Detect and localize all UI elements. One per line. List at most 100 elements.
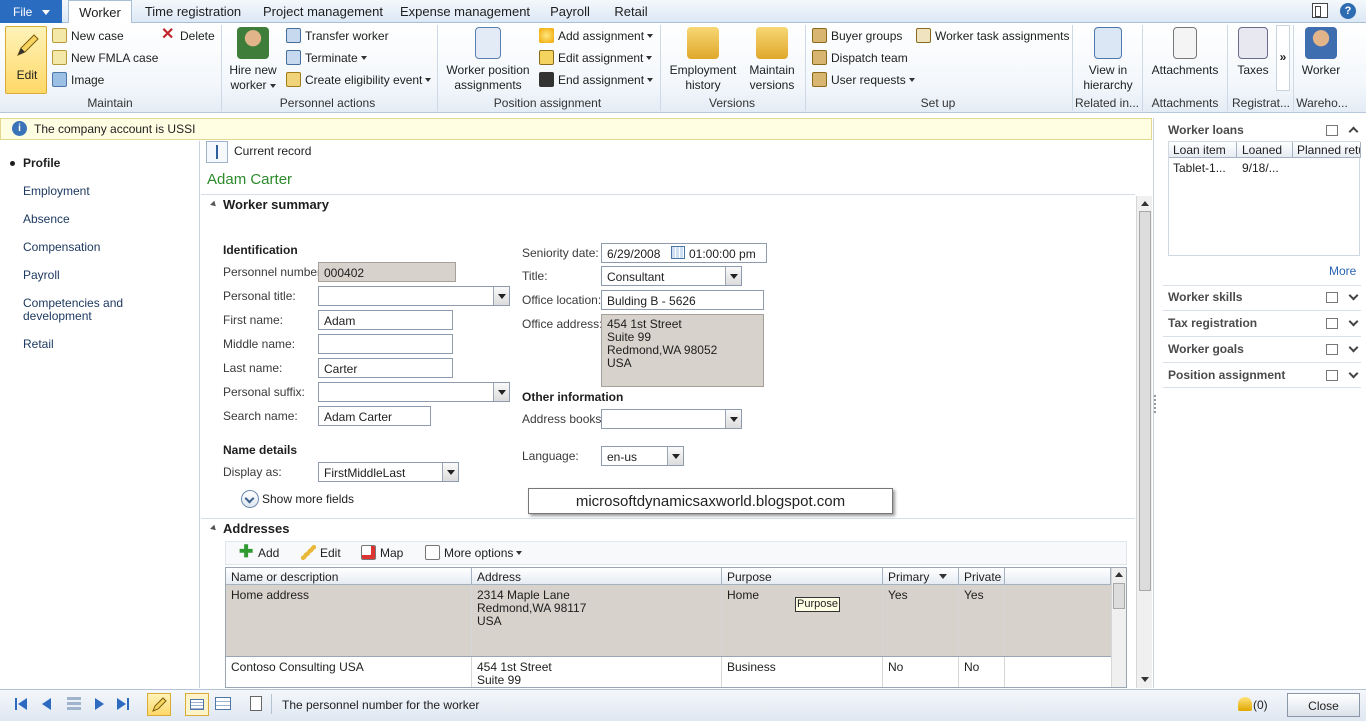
dropdown-arrow-icon[interactable] — [442, 463, 458, 481]
new-case-button[interactable]: New case — [52, 28, 124, 43]
seniority-date-field[interactable]: 6/29/2008 01:00:00 pm — [601, 243, 767, 263]
position-assignment-header[interactable]: Position assignment — [1168, 368, 1285, 382]
end-assignment-button[interactable]: End assignment — [539, 72, 654, 87]
close-button[interactable]: Close — [1287, 693, 1360, 717]
restore-window-icon[interactable] — [1312, 3, 1328, 18]
factbox-settings-icon[interactable] — [1326, 370, 1338, 381]
column-header-name[interactable]: Name or description — [226, 568, 472, 585]
dropdown-arrow-icon[interactable] — [493, 383, 509, 401]
worker-skills-header[interactable]: Worker skills — [1168, 290, 1242, 304]
column-header-purpose[interactable]: Purpose — [722, 568, 883, 585]
table-row[interactable]: Contoso Consulting USA 454 1st Street Su… — [226, 657, 1111, 687]
worker-task-assignments-button[interactable]: Worker task assignments — [916, 28, 1070, 43]
first-name-field[interactable]: Adam — [318, 310, 453, 330]
employment-history-button[interactable]: Employment history — [666, 27, 740, 93]
tab-worker[interactable]: Worker — [68, 0, 132, 24]
search-name-field[interactable]: Adam Carter — [318, 406, 431, 426]
more-options-button[interactable]: More options — [425, 545, 523, 560]
warehouse-worker-button[interactable]: Worker — [1297, 27, 1345, 78]
nav-item-competencies-line2[interactable]: development — [23, 309, 92, 323]
add-address-button[interactable]: ✚ Add — [239, 543, 279, 560]
calendar-icon[interactable] — [671, 246, 685, 259]
dropdown-arrow-icon[interactable] — [725, 410, 741, 428]
factbox-settings-icon[interactable] — [1326, 292, 1338, 303]
addresses-header[interactable]: Addresses — [223, 521, 289, 536]
user-requests-button[interactable]: User requests — [812, 72, 915, 87]
address-books-select[interactable] — [601, 409, 742, 429]
image-button[interactable]: Image — [52, 72, 104, 87]
edit-assignment-button[interactable]: Edit assignment — [539, 50, 653, 65]
more-link[interactable]: More — [1329, 264, 1356, 278]
edit-address-button[interactable]: Edit — [301, 545, 341, 560]
hire-new-worker-button[interactable]: Hire new worker — [226, 27, 280, 93]
worker-position-assignments-button[interactable]: Worker position assignments — [444, 27, 532, 93]
grid-view-icon[interactable] — [67, 697, 81, 711]
edit-mode-toggle[interactable] — [147, 693, 171, 716]
title-select[interactable]: Consultant — [601, 266, 742, 286]
notification-count[interactable]: (0) — [1253, 698, 1268, 712]
create-eligibility-event-button[interactable]: Create eligibility event — [286, 72, 432, 87]
column-header-address[interactable]: Address — [472, 568, 722, 585]
taxes-button[interactable]: Taxes — [1233, 27, 1273, 78]
add-assignment-button[interactable]: Add assignment — [539, 28, 654, 43]
delete-button[interactable]: ✕ Delete — [161, 27, 215, 43]
new-fmla-case-button[interactable]: New FMLA case — [52, 50, 158, 65]
dropdown-arrow-icon[interactable] — [493, 287, 509, 305]
last-name-field[interactable]: Carter — [318, 358, 453, 378]
clipboard-icon[interactable] — [250, 696, 262, 711]
show-more-fields-link[interactable]: Show more fields — [262, 492, 354, 506]
personnel-number-field[interactable]: 000402 — [318, 262, 456, 282]
scrollbar-thumb[interactable] — [1139, 211, 1151, 591]
display-as-select[interactable]: FirstMiddleLast — [318, 462, 459, 482]
scroll-down-icon[interactable] — [1141, 677, 1149, 682]
current-record-toggle-icon[interactable] — [206, 141, 228, 163]
scrollbar-thumb[interactable] — [1113, 583, 1125, 609]
dropdown-arrow-icon[interactable] — [667, 447, 683, 465]
pane-splitter-handle[interactable] — [1154, 395, 1157, 413]
previous-record-icon[interactable] — [42, 698, 51, 710]
column-header-primary[interactable]: Primary — [883, 568, 959, 585]
next-record-icon[interactable] — [95, 698, 104, 710]
personal-suffix-select[interactable] — [318, 382, 510, 402]
worker-loans-header[interactable]: Worker loans — [1168, 123, 1244, 137]
loan-column-item[interactable]: Loan item — [1169, 142, 1237, 158]
nav-item-competencies[interactable]: Competencies and — [23, 296, 123, 310]
middle-name-field[interactable] — [318, 334, 453, 354]
column-header-private[interactable]: Private — [959, 568, 1005, 585]
file-menu-button[interactable]: File — [0, 0, 62, 23]
tab-payroll[interactable]: Payroll — [542, 0, 598, 23]
bell-icon[interactable] — [1238, 697, 1252, 711]
first-record-icon[interactable] — [18, 698, 27, 710]
dropdown-arrow-icon[interactable] — [725, 267, 741, 285]
worker-goals-header[interactable]: Worker goals — [1168, 342, 1244, 356]
factbox-settings-icon[interactable] — [1326, 125, 1338, 136]
nav-item-retail[interactable]: Retail — [23, 337, 54, 351]
buyer-groups-button[interactable]: Buyer groups — [812, 28, 902, 43]
worker-summary-header[interactable]: Worker summary — [223, 197, 329, 212]
loan-column-planned-return[interactable]: Planned retu — [1293, 142, 1361, 158]
scroll-up-icon[interactable] — [1115, 572, 1123, 577]
office-location-field[interactable]: Bulding B - 5626 — [601, 290, 764, 310]
language-select[interactable]: en-us — [601, 446, 684, 466]
terminate-button[interactable]: Terminate — [286, 50, 367, 65]
main-scrollbar[interactable] — [1136, 196, 1152, 688]
maintain-versions-button[interactable]: Maintain versions — [744, 27, 800, 93]
factbox-settings-icon[interactable] — [1326, 344, 1338, 355]
factbox-settings-icon[interactable] — [1326, 318, 1338, 329]
tab-project-management[interactable]: Project management — [258, 0, 388, 23]
form-view-toggle[interactable] — [185, 693, 209, 716]
office-address-field[interactable]: 454 1st Street Suite 99 Redmond,WA 98052… — [601, 314, 764, 387]
nav-item-payroll[interactable]: Payroll — [23, 268, 60, 282]
collapse-triangle-icon[interactable] — [210, 200, 218, 209]
tab-expense-management[interactable]: Expense management — [398, 0, 532, 23]
dispatch-team-button[interactable]: Dispatch team — [812, 50, 908, 65]
tab-retail[interactable]: Retail — [608, 0, 654, 23]
list-view-icon[interactable] — [215, 697, 231, 710]
scroll-up-icon[interactable] — [1141, 201, 1149, 206]
transfer-worker-button[interactable]: Transfer worker — [286, 28, 389, 43]
expand-circle-icon[interactable] — [241, 490, 259, 508]
nav-item-absence[interactable]: Absence — [23, 212, 70, 226]
help-icon[interactable]: ? — [1340, 3, 1356, 19]
loan-column-loaned[interactable]: Loaned — [1237, 142, 1293, 158]
nav-item-profile[interactable]: Profile — [23, 156, 60, 170]
